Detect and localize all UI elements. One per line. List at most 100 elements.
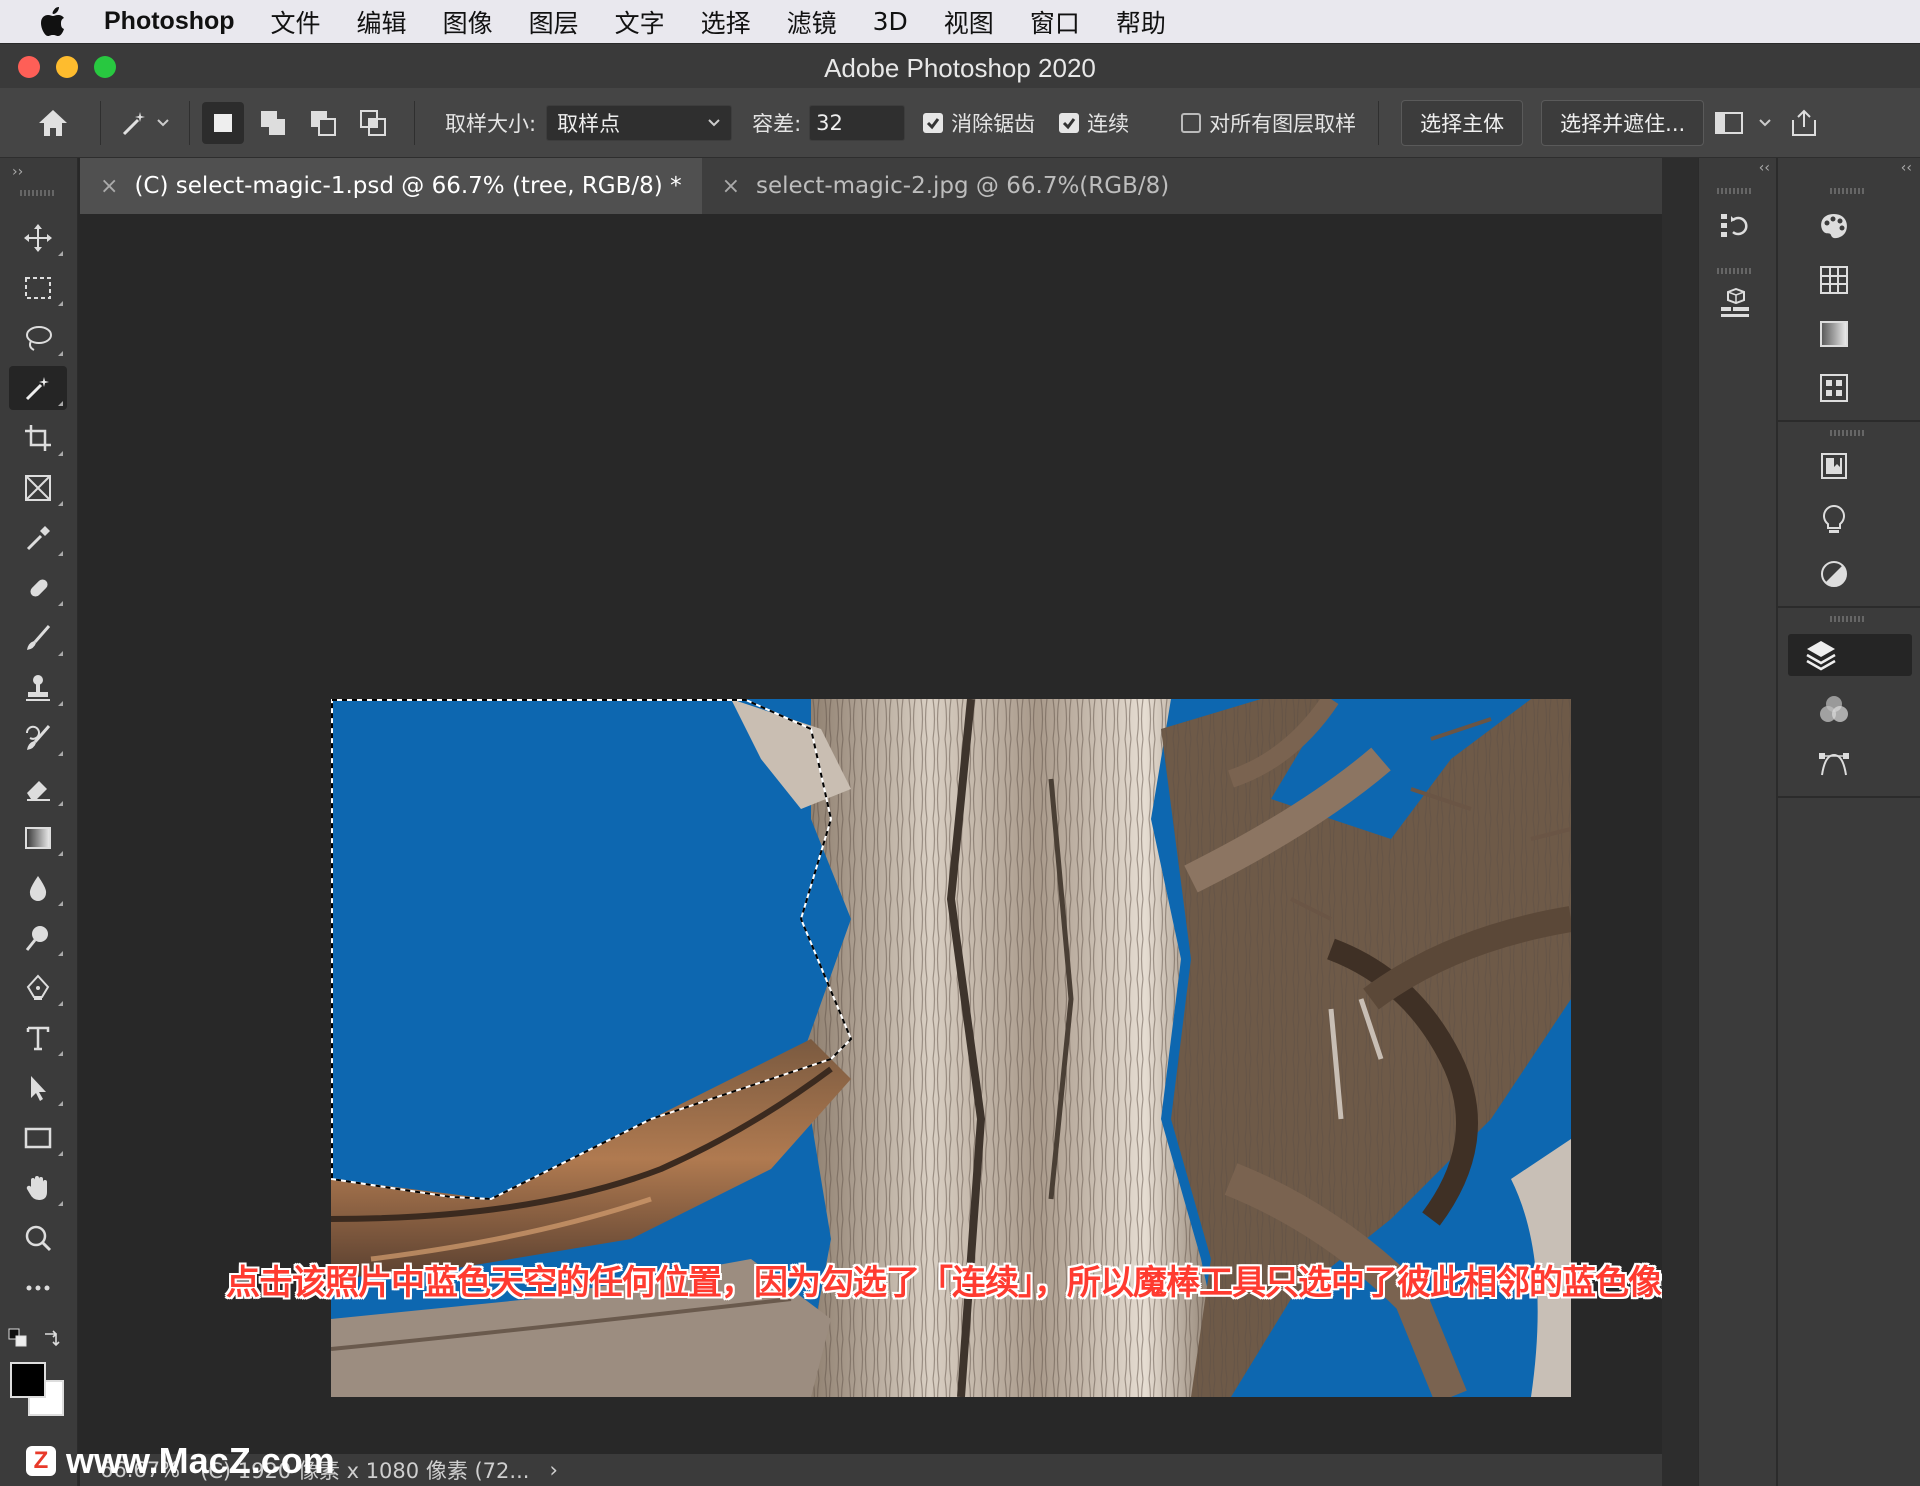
menu-view[interactable]: 视图 <box>944 4 994 40</box>
move-icon <box>24 224 52 252</box>
workspace-switcher[interactable] <box>1708 100 1778 146</box>
healing-brush-tool[interactable] <box>9 566 67 610</box>
pen-tool[interactable] <box>9 966 67 1010</box>
menu-app-name[interactable]: Photoshop <box>104 7 235 36</box>
close-tab-icon[interactable]: × <box>722 174 740 199</box>
more-tools-button[interactable] <box>9 1266 67 1310</box>
lasso-icon <box>26 326 52 351</box>
menu-filter[interactable]: 滤镜 <box>787 4 837 40</box>
intersect-selection-button[interactable] <box>352 102 394 144</box>
watermark-text: www.MacZ.com <box>66 1440 335 1481</box>
dodge-tool[interactable] <box>9 916 67 960</box>
menu-image[interactable]: 图像 <box>443 4 493 40</box>
3d-panel-button[interactable] <box>1713 282 1757 326</box>
hand-tool[interactable] <box>9 1166 67 1210</box>
macos-menubar: Photoshop 文件 编辑 图像 图层 文字 选择 滤镜 3D 视图 窗口 … <box>0 0 1920 43</box>
menu-window[interactable]: 窗口 <box>1030 4 1080 40</box>
hand-icon <box>26 1176 47 1200</box>
collapse-panels-icon[interactable]: ‹‹ <box>1759 160 1770 176</box>
tab-select-magic-2[interactable]: × select-magic-2.jpg @ 66.7%(RGB/8) <box>702 158 1190 214</box>
swap-colors-icon[interactable] <box>42 1328 62 1352</box>
crop-tool[interactable] <box>9 416 67 460</box>
path-selection-tool[interactable] <box>9 1066 67 1110</box>
antialias-checkbox[interactable]: 消除锯齿 <box>923 108 1035 138</box>
move-tool[interactable] <box>9 216 67 260</box>
eyedropper-tool[interactable] <box>9 516 67 560</box>
gradient-tool[interactable] <box>9 816 67 860</box>
add-selection-icon <box>261 110 285 135</box>
menu-help[interactable]: 帮助 <box>1116 4 1166 40</box>
sample-all-layers-checkbox[interactable]: 对所有图层取样 <box>1181 108 1356 138</box>
tab-select-magic-1[interactable]: × (C) select-magic-1.psd @ 66.7% (tree, … <box>80 158 702 214</box>
tab-label: (C) select-magic-1.psd @ 66.7% (tree, RG… <box>134 173 682 199</box>
tool-preset-picker[interactable] <box>113 100 177 146</box>
window-title: Adobe Photoshop 2020 <box>824 53 1096 83</box>
channels-panel-button[interactable] <box>1812 688 1856 732</box>
blur-tool[interactable] <box>9 866 67 910</box>
chevron-down-icon <box>1759 118 1771 126</box>
collapse-toolbar-icon[interactable]: ›› <box>12 164 23 180</box>
properties-panel-button[interactable] <box>1812 444 1856 488</box>
subtract-selection-icon <box>311 110 336 136</box>
history-brush-tool[interactable] <box>9 716 67 760</box>
patterns-panel-button[interactable] <box>1812 366 1856 410</box>
magic-wand-tool[interactable] <box>9 366 67 410</box>
menu-type[interactable]: 文字 <box>615 4 665 40</box>
menu-select[interactable]: 选择 <box>701 4 751 40</box>
adjustments-panel-button[interactable] <box>1812 552 1856 596</box>
close-tab-icon[interactable]: × <box>100 174 118 199</box>
history-panel-button[interactable] <box>1713 204 1757 248</box>
add-to-selection-button[interactable] <box>252 102 294 144</box>
sample-size-select[interactable]: 取样点 <box>546 104 733 141</box>
path-select-icon <box>31 1076 46 1101</box>
tutorial-caption: 点击该照片中蓝色天空的任何位置，因为勾选了「连续」，所以魔棒工具只选中了彼此相邻… <box>226 1263 1695 1303</box>
select-and-mask-button[interactable]: 选择并遮住... <box>1541 99 1705 146</box>
brush-tool[interactable] <box>9 616 67 660</box>
zoom-tool[interactable] <box>9 1216 67 1260</box>
new-selection-button[interactable] <box>202 101 244 144</box>
new-selection-icon <box>214 113 232 132</box>
foreground-color-swatch[interactable] <box>10 1362 46 1398</box>
eraser-tool[interactable] <box>9 766 67 810</box>
home-button[interactable] <box>18 100 88 146</box>
subtract-from-selection-button[interactable] <box>302 102 344 144</box>
magic-wand-icon <box>122 111 145 135</box>
frame-tool[interactable] <box>9 466 67 510</box>
select-subject-button[interactable]: 选择主体 <box>1401 99 1524 146</box>
blur-icon <box>29 876 47 901</box>
menu-edit[interactable]: 编辑 <box>357 4 407 40</box>
collapse-panels-icon[interactable]: ‹‹ <box>1901 160 1912 176</box>
layers-panel-button[interactable] <box>1788 634 1912 676</box>
eyedropper-icon <box>26 526 50 551</box>
learn-panel-button[interactable] <box>1812 498 1856 542</box>
color-panel-button[interactable] <box>1812 204 1856 248</box>
marquee-tool[interactable] <box>9 266 67 310</box>
healing-brush-icon <box>30 579 48 597</box>
panel-dock-right: ‹‹ <box>1776 158 1920 1486</box>
intersect-selection-icon <box>360 109 386 136</box>
zoom-icon <box>25 1225 52 1252</box>
lasso-tool[interactable] <box>9 316 67 360</box>
share-button[interactable] <box>1778 100 1830 146</box>
status-menu-arrow[interactable]: › <box>549 1458 557 1482</box>
frame-icon <box>25 475 51 501</box>
panel-dock-left: ‹‹ <box>1698 158 1778 1486</box>
menu-3d[interactable]: 3D <box>873 7 908 36</box>
type-tool[interactable] <box>9 1016 67 1060</box>
menu-layer[interactable]: 图层 <box>529 4 579 40</box>
menu-file[interactable]: 文件 <box>271 4 321 40</box>
options-bar: 取样大小: 取样点 容差: 32 消除锯齿 连续 对所有图层取样 选择主体 选择… <box>0 88 1920 158</box>
rectangle-tool[interactable] <box>9 1116 67 1160</box>
swatches-panel-button[interactable] <box>1812 258 1856 302</box>
contiguous-checkbox[interactable]: 连续 <box>1059 108 1129 138</box>
default-colors-icon[interactable] <box>8 1328 28 1352</box>
clone-stamp-tool[interactable] <box>9 666 67 710</box>
apple-logo-icon[interactable] <box>40 6 68 37</box>
gradients-panel-button[interactable] <box>1812 312 1856 356</box>
rectangle-icon <box>24 1127 52 1149</box>
tab-label: select-magic-2.jpg @ 66.7%(RGB/8) <box>756 173 1170 199</box>
paths-panel-button[interactable] <box>1812 742 1856 786</box>
document-tabs: × (C) select-magic-1.psd @ 66.7% (tree, … <box>80 158 1662 214</box>
tolerance-input[interactable]: 32 <box>809 104 906 141</box>
channels-icon <box>1820 696 1848 722</box>
